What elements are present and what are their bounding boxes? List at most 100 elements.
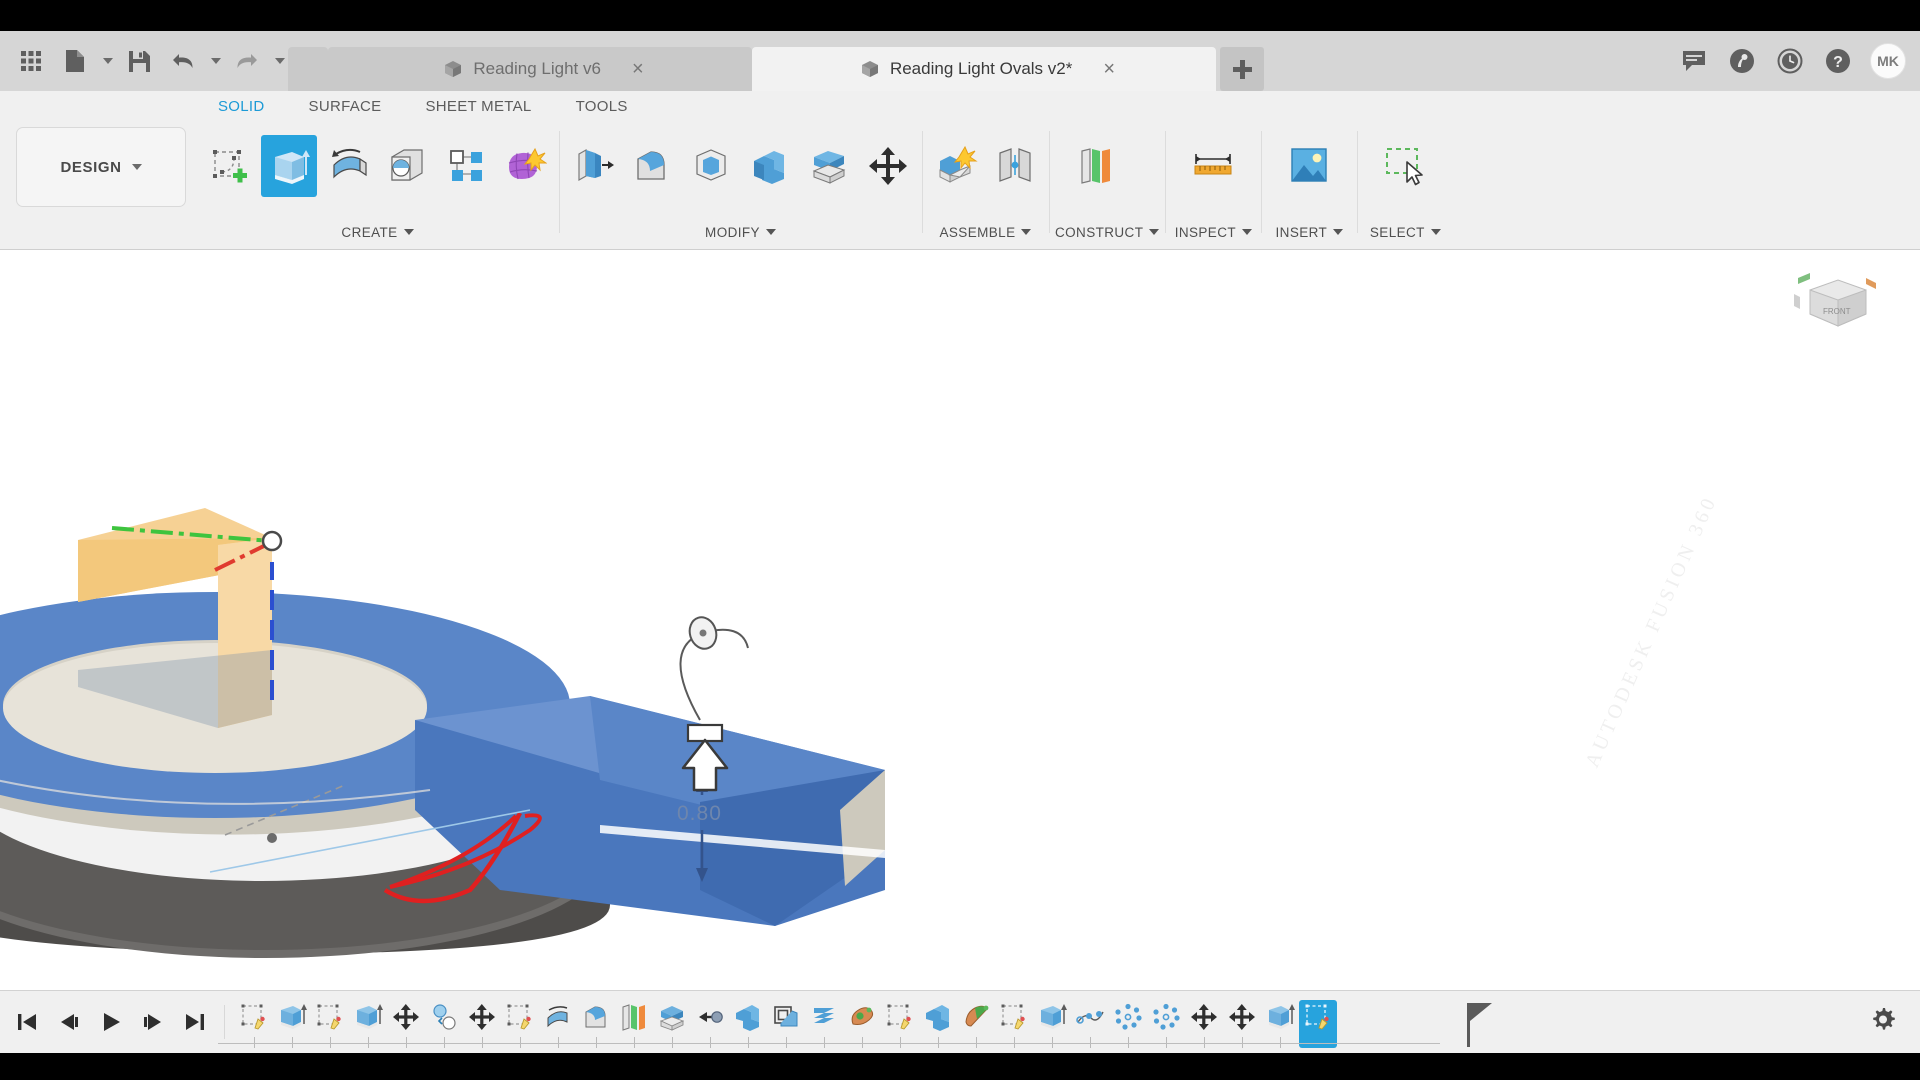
- ribbon-group-select: SELECT: [1357, 119, 1453, 247]
- document-tab-label: Reading Light v6: [473, 59, 601, 78]
- timeline-revolve[interactable]: [539, 1000, 577, 1048]
- timeline-go-start[interactable]: [8, 1001, 46, 1043]
- timeline-playhead-marker[interactable]: [1467, 1003, 1492, 1047]
- timeline-step-back[interactable]: [50, 1001, 88, 1043]
- timeline-circular-pattern[interactable]: [1109, 1000, 1147, 1048]
- timeline-move[interactable]: [387, 1000, 425, 1048]
- timeline-sketch[interactable]: [501, 1000, 539, 1048]
- undo-dropdown-icon[interactable]: [206, 39, 224, 83]
- move-copy-icon[interactable]: [860, 135, 916, 197]
- timeline-move[interactable]: [463, 1000, 501, 1048]
- joint-icon[interactable]: [987, 135, 1043, 197]
- timeline-combine[interactable]: [919, 1000, 957, 1048]
- redo-icon[interactable]: [226, 39, 268, 83]
- timeline-sketch[interactable]: [311, 1000, 349, 1048]
- help-icon[interactable]: ?: [1816, 39, 1860, 83]
- ribbon-group-label-create[interactable]: CREATE: [202, 217, 553, 247]
- ribbon-tab-tools[interactable]: TOOLS: [554, 91, 650, 115]
- ribbon-group-label-insert[interactable]: INSERT: [1267, 217, 1351, 247]
- timeline-sketch[interactable]: [995, 1000, 1033, 1048]
- extrude-icon[interactable]: [261, 135, 317, 197]
- document-tab-close-icon[interactable]: ×: [632, 59, 644, 79]
- timeline-ruler: [218, 1043, 1440, 1044]
- timeline-move[interactable]: [1223, 1000, 1261, 1048]
- redo-dropdown-icon[interactable]: [270, 39, 288, 83]
- chevron-down-icon: [1149, 229, 1160, 235]
- document-tab-reading-light-ovals[interactable]: Reading Light Ovals v2* ×: [752, 47, 1216, 91]
- timeline-sketch[interactable]: [881, 1000, 919, 1048]
- new-document-tab-button[interactable]: [1220, 47, 1264, 91]
- ribbon-tab-surface[interactable]: SURFACE: [287, 91, 404, 115]
- timeline-circular-pattern[interactable]: [1147, 1000, 1185, 1048]
- fillet-icon[interactable]: [624, 135, 680, 197]
- extrude-distance-value[interactable]: 0.80: [677, 802, 722, 826]
- timeline-extrude[interactable]: [1033, 1000, 1071, 1048]
- save-icon[interactable]: [118, 39, 160, 83]
- document-tab-close-icon[interactable]: ×: [1103, 59, 1115, 79]
- timeline-plane[interactable]: [615, 1000, 653, 1048]
- user-avatar[interactable]: MK: [1870, 43, 1906, 79]
- viewport-canvas[interactable]: 0.80 AUTODESK FUSION 360 FRONT: [0, 250, 1920, 990]
- create-form-icon[interactable]: [497, 135, 553, 197]
- svg-text:FRONT: FRONT: [1823, 307, 1851, 316]
- timeline-step-forward[interactable]: [134, 1001, 172, 1043]
- offset-face-icon[interactable]: [801, 135, 857, 197]
- shell-icon[interactable]: [683, 135, 739, 197]
- timeline-appearance[interactable]: [843, 1000, 881, 1048]
- new-component-icon[interactable]: [928, 135, 984, 197]
- undo-icon[interactable]: [162, 39, 204, 83]
- timeline-joint[interactable]: [691, 1000, 729, 1048]
- ribbon-group-label-select[interactable]: SELECT: [1363, 217, 1447, 247]
- plus-icon: [1232, 59, 1252, 79]
- offset-plane-icon[interactable]: [1069, 135, 1125, 197]
- job-status-icon[interactable]: [1768, 39, 1812, 83]
- timeline-playback-controls: [0, 1001, 214, 1043]
- timeline-appearance[interactable]: [957, 1000, 995, 1048]
- hole-icon[interactable]: [379, 135, 435, 197]
- timeline-extrude[interactable]: [1261, 1000, 1299, 1048]
- pattern-icon[interactable]: [438, 135, 494, 197]
- timeline-shell[interactable]: [653, 1000, 691, 1048]
- timeline-thread[interactable]: [805, 1000, 843, 1048]
- insert-image-icon[interactable]: [1281, 135, 1337, 197]
- create-sketch-icon[interactable]: [202, 135, 258, 197]
- timeline-offset-face[interactable]: [767, 1000, 805, 1048]
- measure-icon[interactable]: [1185, 135, 1241, 197]
- timeline-fillet[interactable]: [577, 1000, 615, 1048]
- timeline-extrude[interactable]: [273, 1000, 311, 1048]
- document-tab-reading-light[interactable]: Reading Light v6 ×: [328, 47, 752, 91]
- ribbon-group-assemble: ASSEMBLE: [922, 119, 1049, 247]
- top-bar: Reading Light v6 × Reading Light Ovals v…: [0, 31, 1920, 91]
- timeline-extrude[interactable]: [349, 1000, 387, 1048]
- ribbon-group-inspect: INSPECT: [1165, 119, 1261, 247]
- extensions-icon[interactable]: [1720, 39, 1764, 83]
- chevron-down-icon: [1333, 229, 1344, 235]
- ribbon-group-label-modify[interactable]: MODIFY: [565, 217, 916, 247]
- new-file-dropdown-icon[interactable]: [98, 39, 116, 83]
- ribbon-group-label-assemble[interactable]: ASSEMBLE: [928, 217, 1043, 247]
- timeline-path-pattern[interactable]: [1071, 1000, 1109, 1048]
- chevron-down-icon: [131, 164, 142, 170]
- view-cube[interactable]: FRONT: [1792, 268, 1878, 338]
- revolve-icon[interactable]: [320, 135, 376, 197]
- timeline-move[interactable]: [1185, 1000, 1223, 1048]
- select-window-icon[interactable]: [1377, 135, 1433, 197]
- timeline-combine[interactable]: [729, 1000, 767, 1048]
- ribbon-tab-solid[interactable]: SOLID: [196, 91, 287, 115]
- timeline-go-end[interactable]: [176, 1001, 214, 1043]
- gear-icon[interactable]: [1868, 1005, 1898, 1040]
- timeline-sketch[interactable]: [235, 1000, 273, 1048]
- comments-icon[interactable]: [1672, 39, 1716, 83]
- press-pull-icon[interactable]: [565, 135, 621, 197]
- app-grid-icon[interactable]: [10, 39, 52, 83]
- design-workspace-button[interactable]: DESIGN: [16, 127, 186, 207]
- timeline-sketch-current[interactable]: [1299, 1000, 1337, 1048]
- ribbon-group-label-construct[interactable]: CONSTRUCT: [1055, 217, 1160, 247]
- group-label-text: INSPECT: [1174, 224, 1237, 240]
- timeline-mirror[interactable]: [425, 1000, 463, 1048]
- ribbon-tab-sheet-metal[interactable]: SHEET METAL: [403, 91, 553, 115]
- combine-icon[interactable]: [742, 135, 798, 197]
- timeline-play[interactable]: [92, 1001, 130, 1043]
- ribbon-group-label-inspect[interactable]: INSPECT: [1171, 217, 1255, 247]
- new-file-icon[interactable]: [54, 39, 96, 83]
